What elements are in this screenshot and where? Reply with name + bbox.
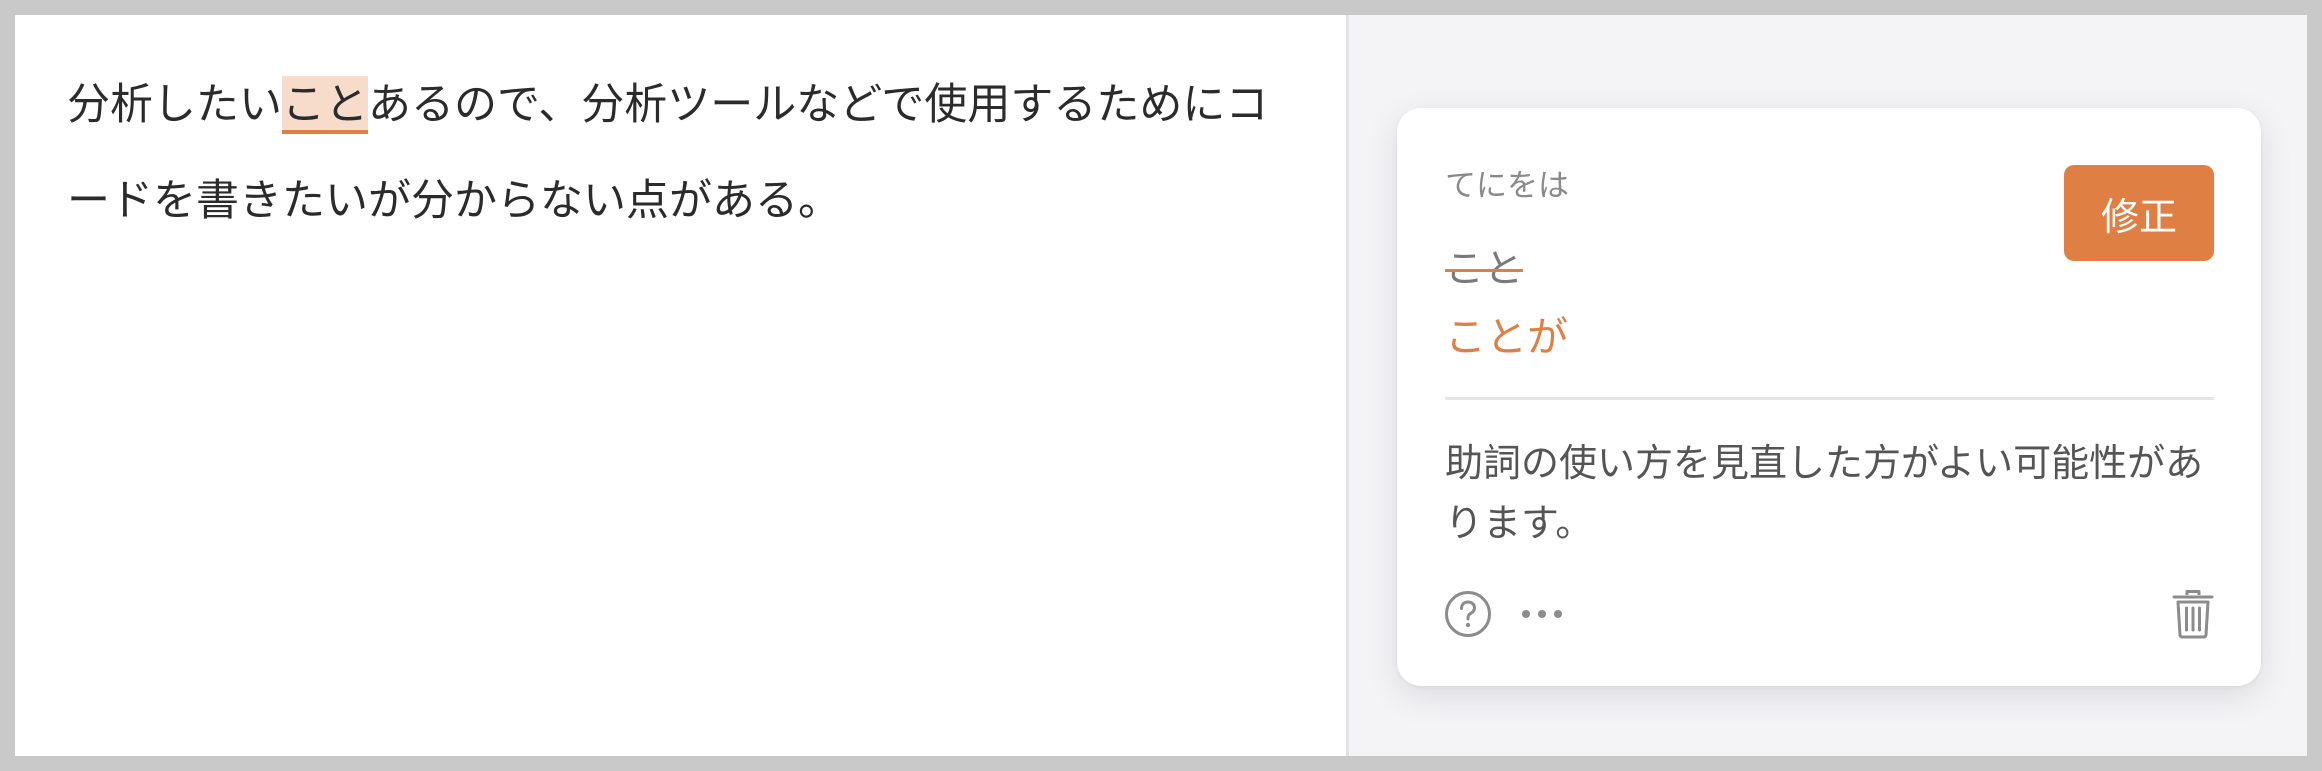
help-icon[interactable] [1444,590,1492,638]
card-divider [1445,397,2214,400]
editor-pane[interactable]: 分析したいことあるので、分析ツールなどで使用するためにコードを書きたいが分からな… [15,15,1346,756]
original-text: こと [1445,247,1524,292]
text-before: 分析したい [67,80,282,130]
more-icon[interactable] [1521,604,1563,624]
suggestion-category: てにをは [1445,168,1569,204]
editor-text[interactable]: 分析したいことあるので、分析ツールなどで使用するためにコードを書きたいが分からな… [67,57,1296,249]
fix-button[interactable]: 修正 [2064,165,2214,261]
suggestion-sidebar: てにをは 修正 こと ことが 助詞の使い方を見直した方がよい可能性があります。 [1349,15,2307,756]
suggestion-message: 助詞の使い方を見直した方がよい可能性があります。 [1445,441,2204,545]
replacement-text[interactable]: ことが [1445,303,1568,363]
trash-icon[interactable] [2172,589,2214,639]
suggestion-card: てにをは 修正 こと ことが 助詞の使い方を見直した方がよい可能性があります。 [1397,108,2261,686]
highlighted-error[interactable]: こと [282,76,368,134]
